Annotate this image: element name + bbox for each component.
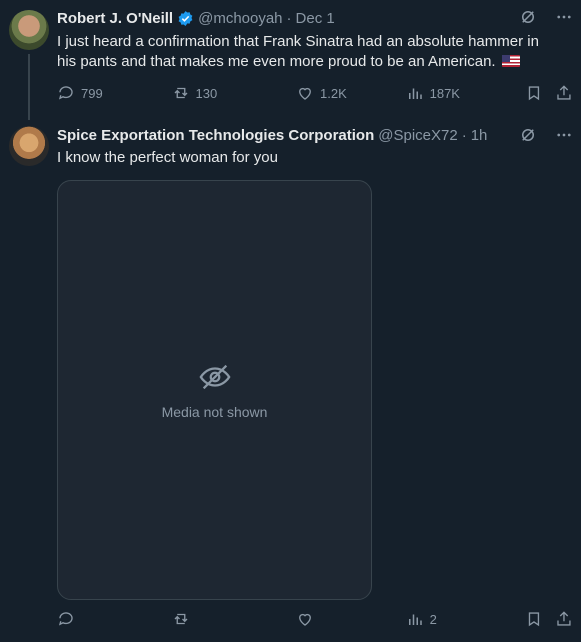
- more-options-icon[interactable]: [555, 126, 573, 144]
- retweet-icon: [174, 613, 188, 625]
- share-icon[interactable]: [555, 84, 573, 102]
- tweet-1[interactable]: Robert J. O'Neill @mchooyah · Dec 1 I ju…: [0, 0, 581, 120]
- avatar[interactable]: [9, 126, 49, 166]
- views-button[interactable]: 187K: [406, 84, 524, 102]
- tweet-header: Robert J. O'Neill @mchooyah · Dec 1: [57, 10, 335, 27]
- reply-icon: [58, 612, 73, 626]
- reply-icon: [58, 86, 73, 100]
- more-options-icon[interactable]: [555, 8, 573, 26]
- retweet-button[interactable]: [172, 610, 297, 628]
- view-count: 2: [429, 611, 437, 627]
- retweet-count: 130: [195, 85, 218, 101]
- grok-icon[interactable]: [519, 126, 537, 144]
- author-name[interactable]: Spice Exportation Technologies Corporati…: [57, 127, 374, 144]
- author-name[interactable]: Robert J. O'Neill: [57, 10, 173, 27]
- view-count: 187K: [429, 85, 460, 101]
- action-bar: 799 130 1.2K 187K: [57, 84, 573, 102]
- tweet-text: I just heard a confirmation that Frank S…: [57, 32, 562, 72]
- retweet-button[interactable]: 130: [172, 84, 297, 102]
- bookmark-icon[interactable]: [525, 84, 543, 102]
- tweet-text: I know the perfect woman for you: [57, 149, 278, 166]
- reply-count: 799: [81, 85, 103, 101]
- views-icon: [408, 614, 422, 625]
- author-handle[interactable]: @mchooyah: [198, 10, 282, 27]
- media-placeholder: Media not shown: [57, 180, 372, 600]
- retweet-icon: [174, 87, 188, 99]
- us-flag-icon: [501, 55, 520, 67]
- share-icon[interactable]: [555, 610, 573, 628]
- hidden-media-icon: [199, 364, 230, 390]
- grok-icon[interactable]: [519, 8, 537, 26]
- tweet-2[interactable]: Spice Exportation Technologies Corporati…: [0, 120, 581, 642]
- views-icon: [408, 88, 422, 99]
- bookmark-icon[interactable]: [525, 610, 543, 628]
- timestamp[interactable]: 1h: [471, 127, 488, 144]
- views-button[interactable]: 2: [406, 610, 524, 628]
- heart-icon: [299, 87, 311, 100]
- verified-badge-icon: [178, 11, 193, 26]
- tweet-header: Spice Exportation Technologies Corporati…: [57, 127, 487, 144]
- reply-button[interactable]: 799: [57, 84, 172, 102]
- separator-dot: ·: [286, 10, 292, 27]
- action-bar: 2: [57, 610, 573, 628]
- timestamp[interactable]: Dec 1: [296, 10, 335, 27]
- avatar[interactable]: [9, 10, 49, 50]
- like-button[interactable]: 1.2K: [296, 84, 406, 102]
- heart-icon: [299, 613, 311, 626]
- tweet-body: I just heard a confirmation that Frank S…: [57, 33, 539, 70]
- separator-dot: ·: [461, 127, 467, 144]
- thread-line: [28, 54, 30, 120]
- like-button[interactable]: [296, 610, 406, 628]
- reply-button[interactable]: [57, 610, 172, 628]
- like-count: 1.2K: [320, 85, 347, 101]
- media-placeholder-label: Media not shown: [161, 404, 268, 420]
- author-handle[interactable]: @SpiceX72: [378, 127, 457, 144]
